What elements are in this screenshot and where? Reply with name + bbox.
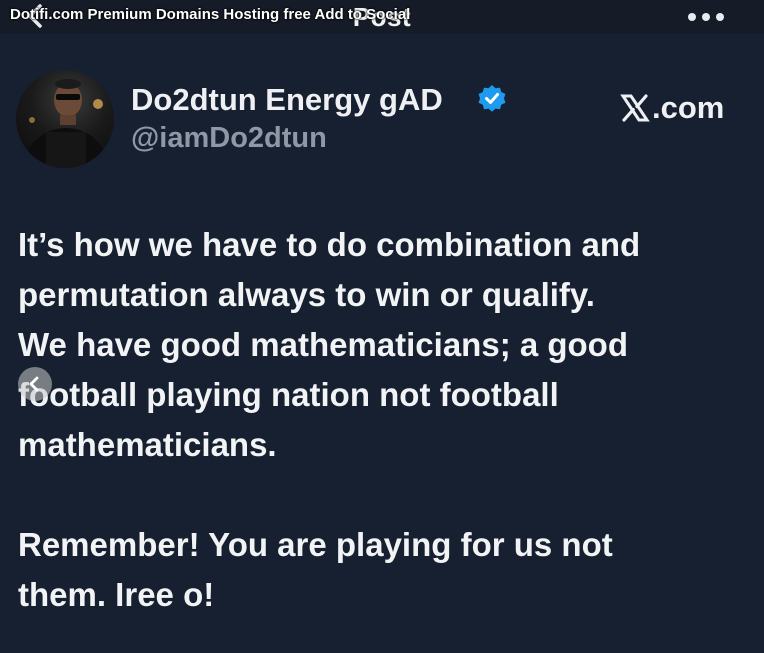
tweet-paragraph: It’s how we have to do combination and p…	[18, 226, 641, 463]
more-options-icon[interactable]	[688, 8, 724, 26]
watermark-overlay-text: Dotifi.com Premium Domains Hosting free …	[10, 6, 411, 23]
verified-badge-icon	[478, 85, 506, 112]
tweet-paragraph: Remember! You are playing for us not the…	[18, 526, 613, 613]
chevron-left-icon	[29, 376, 39, 392]
platform-domain: .com	[652, 90, 725, 125]
top-bar: Post Dotifi.com Premium Domains Hosting …	[0, 0, 764, 34]
x-com-logo: .com	[620, 88, 724, 128]
carousel-prev-button[interactable]	[18, 367, 52, 401]
tweet-screenshot: Do2dtun Energy gAD @iamDo2dtun .com It’s…	[0, 34, 764, 653]
display-name: Do2dtun Energy gAD	[131, 82, 443, 117]
avatar	[16, 70, 114, 168]
user-handle: @iamDo2dtun	[131, 122, 327, 154]
x-logo-icon	[620, 94, 650, 122]
tweet-text: It’s how we have to do combination and p…	[18, 220, 748, 620]
